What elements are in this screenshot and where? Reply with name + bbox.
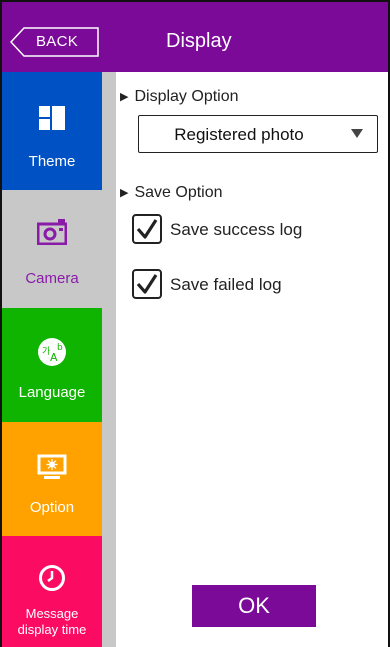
- device-frame: BACK Display Theme Camera 가 A b Language…: [0, 0, 390, 647]
- save-failed-log-label: Save failed log: [170, 275, 282, 294]
- sidebar-item-label: Language: [18, 384, 86, 401]
- save-failed-log-checkbox[interactable]: [132, 269, 162, 299]
- triangle-right-icon: ▶: [120, 91, 129, 103]
- sidebar-item-label: Theme: [28, 153, 76, 170]
- theme-icon: [2, 106, 102, 130]
- save-success-log-label: Save success log: [170, 220, 303, 239]
- sidebar-item-message-display-time[interactable]: Message display time: [2, 536, 102, 647]
- back-label: BACK: [36, 33, 79, 50]
- back-button[interactable]: BACK: [10, 27, 100, 57]
- save-success-log-checkbox[interactable]: [132, 214, 162, 244]
- triangle-right-icon: ▶: [120, 187, 129, 199]
- checkmark-icon: [136, 274, 158, 294]
- display-settings-panel: ▶ Display Option Registered photo ▶ Save O…: [116, 72, 388, 647]
- display-option-heading: ▶ Display Option: [120, 88, 239, 106]
- clock-icon: [2, 564, 102, 592]
- display-option-label: Display Option: [134, 88, 239, 105]
- sidebar-item-label: Option: [29, 499, 75, 516]
- ok-button[interactable]: OK: [192, 585, 316, 627]
- save-option-heading: ▶ Save Option: [120, 184, 223, 202]
- sidebar-item-camera[interactable]: Camera: [2, 190, 102, 308]
- dropdown-arrow-icon: [351, 129, 363, 138]
- display-option-value: Registered photo: [174, 125, 304, 144]
- header-bar: BACK Display: [2, 2, 388, 72]
- svg-text:b: b: [57, 343, 63, 353]
- sidebar-item-language[interactable]: 가 A b Language: [2, 308, 102, 422]
- display-option-select[interactable]: Registered photo: [138, 115, 378, 153]
- checkmark-icon: [136, 219, 158, 239]
- monitor-icon: [2, 454, 102, 480]
- sidebar-item-label: Camera: [25, 270, 79, 287]
- sidebar-item-theme[interactable]: Theme: [2, 72, 102, 190]
- sidebar-item-label: Message display time: [17, 606, 87, 637]
- save-option-label: Save Option: [134, 184, 223, 201]
- camera-icon: [2, 219, 102, 245]
- sidebar: Theme Camera 가 A b Language Option Messa…: [2, 72, 116, 647]
- language-icon: 가 A b: [2, 337, 102, 367]
- sidebar-item-option[interactable]: Option: [2, 422, 102, 536]
- page-title: Display: [166, 30, 232, 52]
